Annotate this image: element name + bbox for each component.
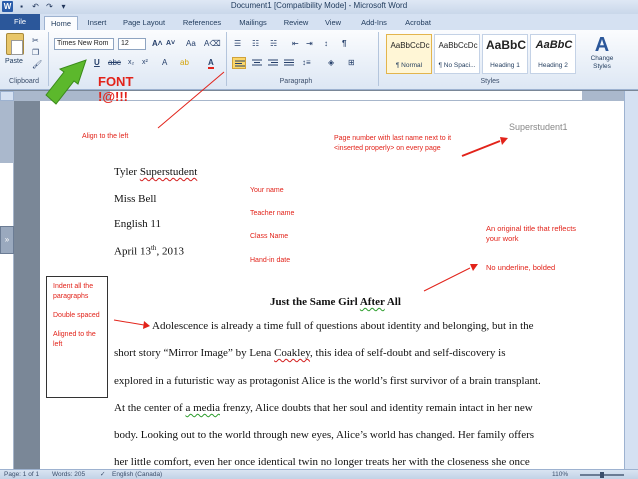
font-callout: FONT !@!!!	[98, 74, 133, 104]
word-window: W ▪ ↶ ↷ ▾ Document1 [Compatibility Mode]…	[0, 0, 638, 479]
word-count[interactable]: Words: 205	[52, 470, 85, 479]
annotation-teacher-name: Teacher name	[250, 210, 295, 217]
annotation-no-underline: No underline, bolded	[486, 263, 556, 272]
annotation-class-name: Class Name	[250, 233, 289, 240]
proofing-icon[interactable]: ✓	[100, 470, 105, 479]
status-bar: Page: 1 of 1 Words: 205 ✓ English (Canad…	[0, 469, 638, 479]
font-callout-line-2: !@!!!	[98, 89, 128, 104]
annotation-original-title: An original title that reflects your wor…	[486, 224, 577, 243]
annotation-hand-in-date: Hand-in date	[250, 257, 291, 264]
title-arrow-head	[470, 264, 478, 271]
rule-double-spaced: Double spaced	[53, 312, 100, 319]
annotation-page-number: Page number with last name next to it <i…	[334, 135, 452, 152]
rule-indent: Indent all the paragraphs	[53, 283, 94, 300]
zoom-level[interactable]: 110%	[552, 470, 568, 479]
page-number-arrow-head	[500, 137, 508, 145]
language[interactable]: English (Canada)	[112, 470, 162, 479]
indent-arrow	[113, 319, 145, 326]
font-callout-line-1: FONT	[98, 74, 134, 89]
formatting-rules-box: Indent all the paragraphs Double spaced …	[46, 276, 108, 398]
rule-aligned-left: Aligned to the left	[53, 331, 96, 348]
green-arrow-icon	[45, 59, 87, 105]
page-number-arrow	[461, 140, 501, 157]
align-arrow	[157, 71, 225, 129]
annotation-align-left: Align to the left	[82, 133, 129, 140]
annotation-your-name: Your name	[250, 187, 284, 194]
zoom-slider-handle[interactable]	[600, 472, 604, 478]
title-arrow	[423, 267, 471, 292]
page-count[interactable]: Page: 1 of 1	[4, 470, 39, 479]
indent-arrow-head	[143, 321, 150, 329]
